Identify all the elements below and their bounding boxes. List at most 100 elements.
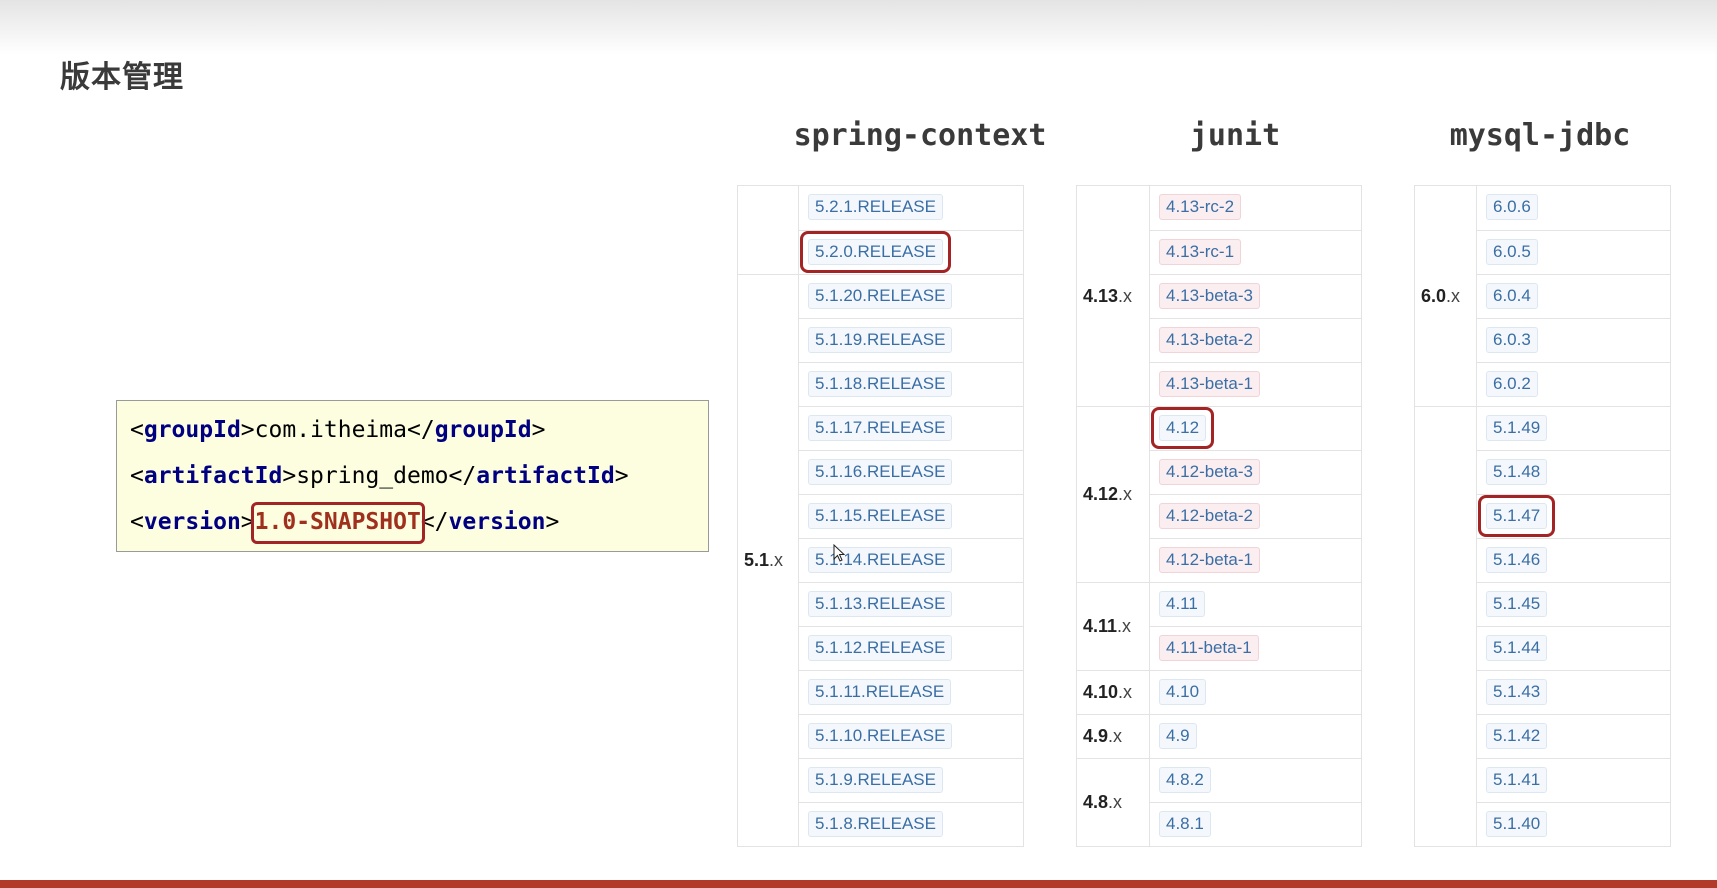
version-link[interactable]: 4.11: [1159, 591, 1205, 617]
mysql-jdbc-version-row: 6.0.4: [1476, 274, 1670, 318]
version-link[interactable]: 5.1.16.RELEASE: [808, 459, 953, 485]
junit-group-major: 4.13: [1083, 285, 1119, 306]
version-link[interactable]: 4.8.1: [1159, 811, 1211, 837]
version-link[interactable]: 5.1.46: [1486, 547, 1548, 573]
groupid-value: com.itheima: [254, 417, 407, 443]
junit-group-major: 4.12: [1083, 484, 1119, 504]
version-link[interactable]: 6.0.4: [1486, 283, 1538, 309]
column-title-mysql-jdbc: mysql-jdbc: [1449, 118, 1631, 153]
junit-version-table: 4.13 .x 4.13-rc-2 4.13-rc-1 4.13-beta-3 4.13-…: [1076, 185, 1362, 847]
slide-title: 版本管理: [60, 60, 184, 95]
version-link[interactable]: 4.10: [1159, 679, 1207, 705]
column-title-spring-context: spring-context: [793, 118, 1047, 153]
spring-context-column-divider: [798, 186, 799, 846]
version-link[interactable]: 5.1.48: [1486, 459, 1548, 485]
mysql-jdbc-version-row: 6.0.3: [1476, 318, 1670, 362]
version-link[interactable]: 4.12-beta-3: [1159, 459, 1260, 485]
version-link[interactable]: 6.0.5: [1486, 239, 1538, 265]
junit-group-suffix: .x: [1118, 682, 1133, 702]
mysql-jdbc-column-divider: [1476, 186, 1477, 846]
version-link[interactable]: 5.1.20.RELEASE: [808, 283, 953, 309]
version-link[interactable]: 5.1.45: [1486, 591, 1548, 617]
version-link[interactable]: 4.13-beta-3: [1159, 283, 1260, 309]
mysql-jdbc-version-row: 6.0.2: [1476, 362, 1670, 406]
version-link[interactable]: 4.13-beta-2: [1159, 327, 1260, 353]
version-link[interactable]: 5.1.19.RELEASE: [808, 327, 953, 353]
spring-context-version-row: 5.1.19.RELEASE: [798, 318, 1023, 362]
top-shade: [0, 0, 1717, 55]
version-link[interactable]: 5.1.11.RELEASE: [808, 679, 952, 705]
mysql-jdbc-group-label: [1415, 406, 1476, 846]
pom-coordinates-box: <groupId>com.itheima</groupId> <artifact…: [116, 400, 709, 552]
version-link[interactable]: 5.1.8.RELEASE: [808, 811, 943, 837]
spring-context-version-row: 5.2.1.RELEASE: [798, 186, 1023, 230]
junit-group-suffix: .x: [1118, 484, 1133, 504]
spring-context-version-row: 5.1.10.RELEASE: [798, 714, 1023, 758]
version-link[interactable]: 5.1.10.RELEASE: [808, 723, 953, 749]
mysql-jdbc-version-row: 6.0.6: [1476, 186, 1670, 230]
mouse-cursor-icon: [833, 544, 845, 562]
version-link[interactable]: 5.1.41: [1486, 767, 1548, 793]
spring-context-group-suffix: .x: [769, 550, 784, 570]
junit-version-row: 4.12-beta-2: [1149, 494, 1361, 538]
spring-context-version-row: 5.1.9.RELEASE: [798, 758, 1023, 802]
version-link[interactable]: 5.1.13.RELEASE: [808, 591, 953, 617]
mysql-jdbc-version-row: 5.1.45: [1476, 582, 1670, 626]
version-link[interactable]: 4.12-beta-2: [1159, 503, 1260, 529]
groupid-close-tag: groupId: [434, 417, 532, 443]
version-link[interactable]: 4.13-beta-1: [1159, 371, 1260, 397]
version-link[interactable]: 4.8.2: [1159, 767, 1211, 793]
version-link[interactable]: 5.1.15.RELEASE: [808, 503, 953, 529]
artifactid-close-tag: artifactId: [476, 463, 615, 489]
mysql-jdbc-version-row: 5.1.43: [1476, 670, 1670, 714]
junit-version-row: 4.10: [1149, 670, 1361, 714]
code-line-version: <version>1.0-SNAPSHOT </version>: [130, 502, 559, 544]
version-link[interactable]: 4.12-beta-1: [1159, 547, 1260, 573]
version-open-tag: version: [143, 509, 241, 535]
version-link[interactable]: 4.9: [1159, 723, 1197, 749]
junit-group-label: 4.13 .x: [1077, 186, 1149, 406]
junit-group-suffix: .x: [1108, 792, 1123, 812]
bottom-bar: [0, 880, 1717, 888]
groupid-open-tag: groupId: [143, 417, 241, 443]
version-link[interactable]: 5.2.1.RELEASE: [808, 194, 943, 220]
junit-group-label: 4.11 .x: [1077, 582, 1149, 670]
version-link[interactable]: 5.1.9.RELEASE: [808, 767, 943, 793]
junit-version-row: 4.13-beta-3: [1149, 274, 1361, 318]
version-link[interactable]: 6.0.6: [1486, 194, 1538, 220]
junit-version-row: 4.12-beta-1: [1149, 538, 1361, 582]
spring-context-version-row: 5.1.16.RELEASE: [798, 450, 1023, 494]
spring-context-version-row: 5.2.0.RELEASE: [798, 230, 1023, 274]
junit-column-divider: [1149, 186, 1150, 846]
mysql-jdbc-version-table: 6.0 .x 6.0.6 6.0.5 6.0.4 6.0.3 6.0.2 5.1.49 5.1.…: [1414, 185, 1671, 847]
junit-group-suffix: .x: [1117, 616, 1132, 636]
version-link[interactable]: 5.1.42: [1486, 723, 1548, 749]
junit-version-row: 4.8.2: [1149, 758, 1361, 802]
spring-context-version-row: 5.1.14.RELEASE: [798, 538, 1023, 582]
mysql-jdbc-version-row: 5.1.44: [1476, 626, 1670, 670]
version-link[interactable]: 5.1.17.RELEASE: [808, 415, 953, 441]
version-link[interactable]: 5.1.12.RELEASE: [808, 635, 953, 661]
version-link[interactable]: 5.1.40: [1486, 811, 1548, 837]
version-link[interactable]: 5.1.49: [1486, 415, 1548, 441]
junit-group-major: 4.10: [1083, 682, 1119, 702]
version-link[interactable]: 4.13-rc-2: [1159, 194, 1242, 220]
version-link[interactable]: 5.1.14.RELEASE: [808, 547, 953, 573]
junit-version-row: 4.11-beta-1: [1149, 626, 1361, 670]
version-link[interactable]: 6.0.3: [1486, 327, 1538, 353]
selected-version-highlight: [1151, 407, 1214, 449]
junit-version-row: 4.9: [1149, 714, 1361, 758]
version-link[interactable]: 4.13-rc-1: [1159, 239, 1242, 265]
junit-group-label: 4.10 .x: [1077, 670, 1149, 714]
version-link[interactable]: 5.1.44: [1486, 635, 1548, 661]
selected-version-highlight: [1478, 495, 1555, 537]
spring-context-version-row: 5.1.11.RELEASE: [798, 670, 1023, 714]
code-line-groupid: <groupId>com.itheima</groupId>: [130, 417, 546, 443]
selected-version-highlight: [800, 231, 951, 273]
version-link[interactable]: 5.1.18.RELEASE: [808, 371, 953, 397]
version-link[interactable]: 5.1.43: [1486, 679, 1548, 705]
spring-context-version-row: 5.1.13.RELEASE: [798, 582, 1023, 626]
version-link[interactable]: 6.0.2: [1486, 371, 1538, 397]
mysql-jdbc-group-major: 6.0: [1421, 285, 1447, 306]
version-link[interactable]: 4.11-beta-1: [1159, 635, 1259, 661]
